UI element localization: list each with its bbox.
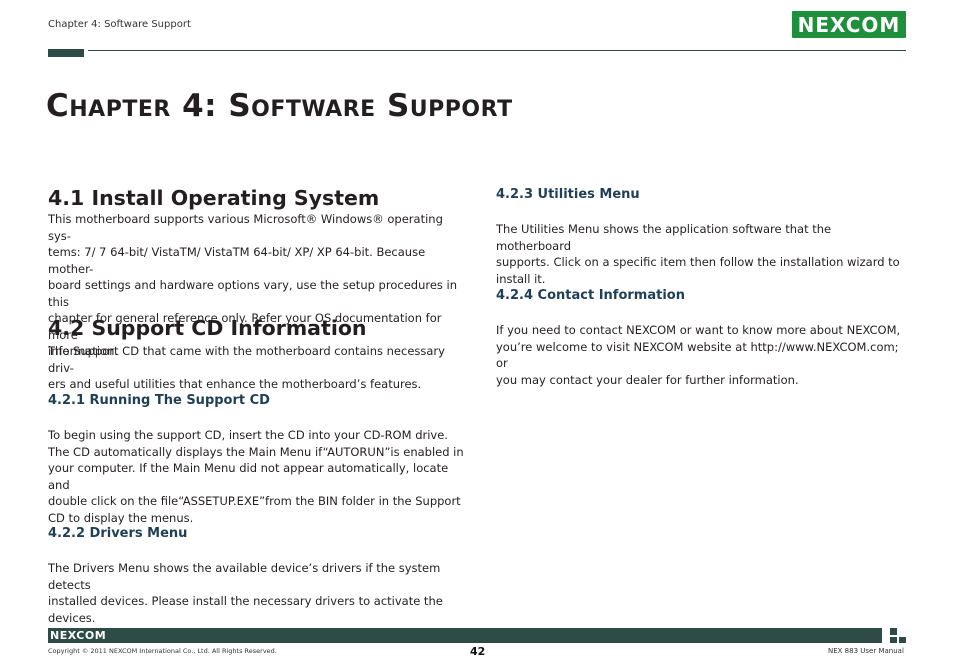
header-rule-accent xyxy=(48,49,84,57)
text-line: installed devices. Please install the ne… xyxy=(48,594,443,625)
text-line: you may contact your dealer for further … xyxy=(496,372,799,387)
section-4-2-3-title: 4.2.3 Utilities Menu xyxy=(496,187,640,202)
text-line: If you need to contact NEXCOM or want to… xyxy=(496,323,901,337)
footer-square-icon xyxy=(899,637,906,643)
section-4-2-2-body: The Drivers Menu shows the available dev… xyxy=(48,560,468,626)
section-4-2-body: The Support CD that came with the mother… xyxy=(48,343,468,393)
text-line: CD to display the menus. xyxy=(48,510,194,525)
section-4-2-4-title: 4.2.4 Contact Information xyxy=(496,288,685,303)
nexcom-logo: NEXCOM xyxy=(792,11,906,38)
section-4-2-1-body: To begin using the support CD, insert th… xyxy=(48,427,468,526)
running-header: Chapter 4: Software Support xyxy=(48,19,191,30)
section-4-2-3-body: The Utilities Menu shows the application… xyxy=(496,221,906,287)
text-line: supports. Click on a specific item then … xyxy=(496,255,900,269)
footer-logo: NEXCOM xyxy=(50,629,107,642)
copyright-notice: Copyright © 2011 NEXCOM International Co… xyxy=(48,647,277,655)
text-line: double click on the file“ASSETUP.EXE”fro… xyxy=(48,494,461,508)
section-4-1-title: 4.1 Install Operating System xyxy=(48,186,380,210)
footer-square-icon xyxy=(890,637,897,643)
footer-square-icon xyxy=(890,628,897,635)
text-line: install it. xyxy=(496,271,546,286)
section-4-2-4-body: If you need to contact NEXCOM or want to… xyxy=(496,322,906,388)
footer-bar xyxy=(48,628,882,643)
text-line: The CD automatically displays the Main M… xyxy=(48,444,464,459)
text-line: board settings and hardware options vary… xyxy=(48,278,458,309)
text-line: The Support CD that came with the mother… xyxy=(48,344,445,375)
text-line: To begin using the support CD, insert th… xyxy=(48,428,448,442)
text-line: you’re welcome to visit NEXCOM website a… xyxy=(496,339,899,371)
text-line: The Drivers Menu shows the available dev… xyxy=(48,561,441,592)
text-line: your computer. If the Main Menu did not … xyxy=(48,461,449,492)
page-number: 42 xyxy=(470,645,486,658)
logo-text: NEXCOM xyxy=(797,12,901,37)
text-line: tems: 7/ 7 64-bit/ VistaTM/ VistaTM 64-b… xyxy=(48,245,426,276)
text-line: This motherboard supports various Micros… xyxy=(48,212,443,243)
section-4-2-title: 4.2 Support CD Information xyxy=(48,316,367,340)
text-line: The Utilities Menu shows the application… xyxy=(496,222,832,253)
manual-name: NEX 883 User Manual xyxy=(828,647,904,655)
header-rule xyxy=(88,50,906,51)
chapter-title: Chapter 4: Software Support xyxy=(46,88,513,124)
section-4-2-1-title: 4.2.1 Running The Support CD xyxy=(48,393,270,408)
text-line: ers and useful utilities that enhance th… xyxy=(48,377,422,391)
section-4-2-2-title: 4.2.2 Drivers Menu xyxy=(48,526,188,541)
